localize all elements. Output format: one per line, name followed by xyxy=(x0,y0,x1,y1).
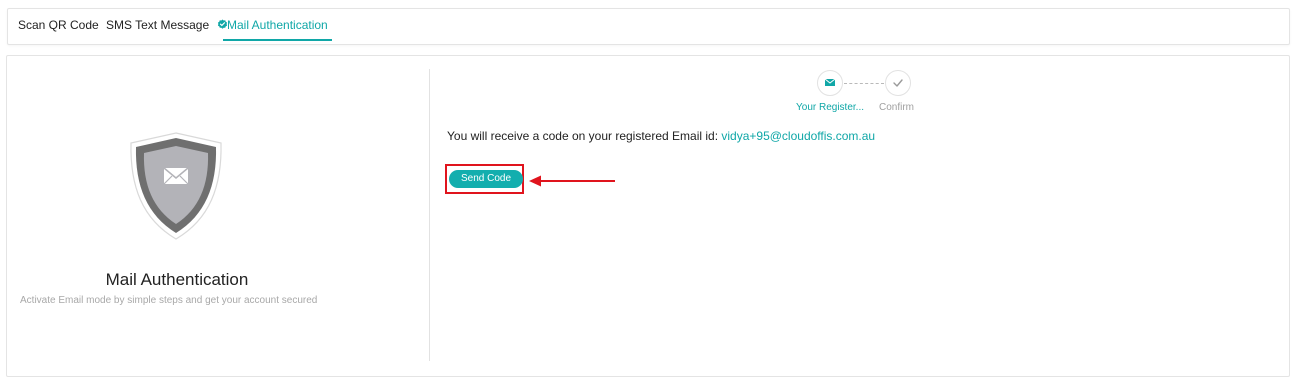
step-confirm-label: Confirm xyxy=(879,102,915,113)
registered-email: vidya+95@cloudoffis.com.au xyxy=(721,129,876,143)
red-arrow-annotation xyxy=(529,175,615,187)
message-text: You will receive a code on your register… xyxy=(447,129,719,143)
tab-sms-text-message[interactable]: SMS Text Message xyxy=(106,9,228,42)
step-confirm-circle xyxy=(885,70,911,96)
mail-auth-panel: Mail Authentication Activate Email mode … xyxy=(6,55,1290,377)
send-code-button[interactable]: Send Code xyxy=(449,170,523,188)
column-divider xyxy=(429,69,430,361)
mail-auth-title: Mail Authentication xyxy=(105,270,249,289)
check-icon xyxy=(893,79,903,87)
tab-scan-qr-code[interactable]: Scan QR Code xyxy=(18,9,99,42)
mail-icon xyxy=(824,78,836,86)
progress-stepper: Your Register... Confirm xyxy=(787,70,947,120)
shield-mail-icon xyxy=(130,132,222,240)
tab-label: Scan QR Code xyxy=(18,18,99,32)
auth-method-tabs: Scan QR Code SMS Text Message Mail Authe… xyxy=(7,8,1290,45)
tab-label: SMS Text Message xyxy=(106,18,210,32)
mail-auth-subtitle: Activate Email mode by simple steps and … xyxy=(20,295,318,306)
email-info-message: You will receive a code on your register… xyxy=(447,129,875,143)
step-register-label: Your Register... xyxy=(796,102,865,113)
step-connector xyxy=(844,83,884,84)
step-register-circle xyxy=(817,70,843,96)
tab-label: Mail Authentication xyxy=(227,18,328,32)
tab-mail-authentication[interactable]: Mail Authentication xyxy=(223,9,332,41)
mail-auth-intro: Mail Authentication Activate Email mode … xyxy=(7,56,429,376)
